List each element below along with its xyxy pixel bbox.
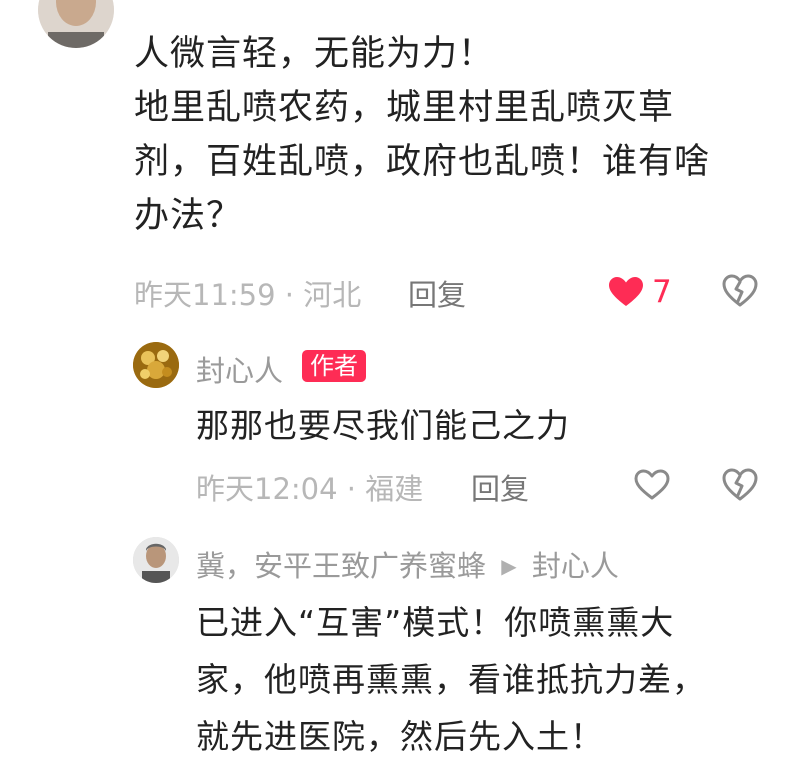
reply-time: 昨天12:04 xyxy=(196,472,338,506)
reply-username-line: 冀，安平王致广养蜜蜂 ▶ 封心人 xyxy=(196,543,619,585)
broken-heart-icon xyxy=(722,468,758,502)
comment-location: 河北 xyxy=(303,278,362,312)
dislike-button[interactable] xyxy=(722,468,758,502)
heart-icon xyxy=(634,469,670,501)
reply-to-username[interactable]: 封心人 xyxy=(532,549,619,583)
reply-username[interactable]: 冀，安平王致广养蜜蜂 xyxy=(196,549,486,583)
comment-line: 人微言轻，无能为力！ xyxy=(134,34,495,74)
reply-button[interactable]: 回复 xyxy=(408,272,466,314)
comment-meta: 昨天11:59 · 河北 xyxy=(134,272,361,314)
reply-avatar[interactable] xyxy=(133,342,179,388)
meta-separator: · xyxy=(284,278,295,312)
reply-username[interactable]: 封心人 xyxy=(196,348,283,390)
like-count: 7 xyxy=(652,274,672,310)
like-button[interactable] xyxy=(634,469,670,501)
broken-heart-icon xyxy=(722,274,758,308)
reply-avatar[interactable] xyxy=(133,537,179,583)
comment-line: 办法？ xyxy=(134,196,243,236)
comment-text: 人微言轻，无能为力！ 地里乱喷农药，城里村里乱喷灭草 剂，百姓乱喷，政府也乱喷！… xyxy=(134,27,774,243)
reply-meta: 昨天12:04 · 福建 xyxy=(196,466,423,508)
comment-line: 地里乱喷农药，城里村里乱喷灭草 xyxy=(134,88,675,128)
reply-text: 那那也要尽我们能己之力 xyxy=(196,406,570,445)
meta-separator: · xyxy=(346,472,357,506)
reply-line: 已进入“互害”模式！你喷熏熏大 xyxy=(196,603,675,642)
avatar[interactable] xyxy=(38,0,114,48)
heart-filled-icon xyxy=(608,276,644,308)
reply-line: 就先进医院，然后先入土！ xyxy=(196,717,604,756)
reply-line: 家，他喷再熏熏，看谁抵抗力差， xyxy=(196,660,706,699)
comment-time: 昨天11:59 xyxy=(134,278,276,312)
reply-text: 已进入“互害”模式！你喷熏熏大 家，他喷再熏熏，看谁抵抗力差， 就先进医院，然后… xyxy=(196,594,786,765)
dislike-button[interactable] xyxy=(722,274,758,308)
reply-location: 福建 xyxy=(365,472,424,506)
reply-arrow-icon: ▶ xyxy=(501,554,517,578)
author-badge: 作者 xyxy=(302,350,366,382)
comment-line: 剂，百姓乱喷，政府也乱喷！谁有啥 xyxy=(134,142,711,182)
reply-button[interactable]: 回复 xyxy=(471,466,529,508)
like-button[interactable]: 7 xyxy=(608,274,678,310)
